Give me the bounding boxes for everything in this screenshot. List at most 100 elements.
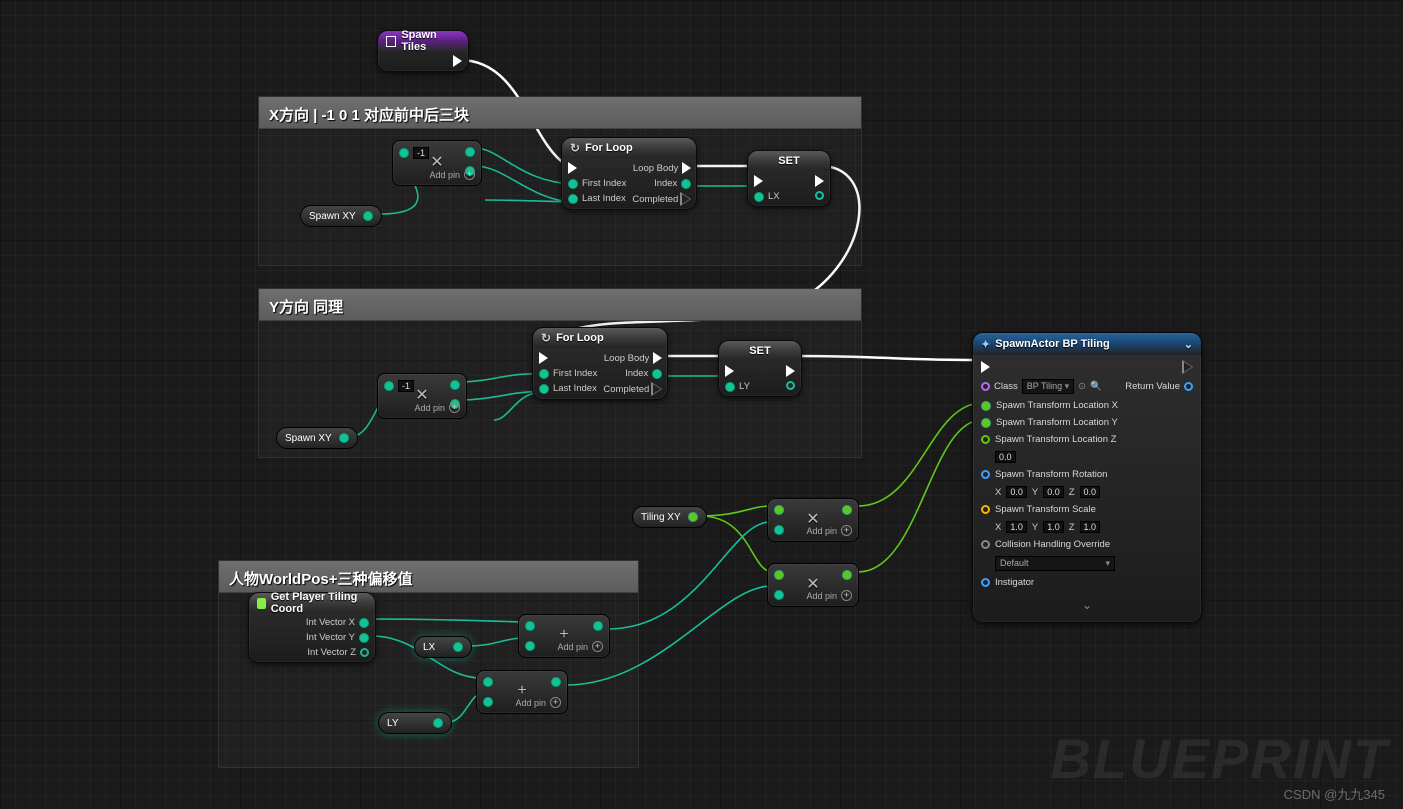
pin-in-a[interactable] <box>525 621 535 631</box>
browse-icon[interactable]: ⊙ <box>1078 381 1086 392</box>
pin-in[interactable] <box>384 381 394 391</box>
expand-icon[interactable]: ⌄ <box>1184 338 1193 351</box>
pin-in-a[interactable] <box>483 677 493 687</box>
val-rz[interactable]: 0.0 <box>1080 486 1101 498</box>
val-sx[interactable]: 1.0 <box>1006 521 1027 533</box>
pin-locz[interactable] <box>981 435 990 444</box>
val-sz[interactable]: 1.0 <box>1080 521 1101 533</box>
node-set-ly[interactable]: SET LY <box>718 340 802 397</box>
pin-out[interactable] <box>593 621 603 631</box>
exec-in[interactable] <box>981 361 990 373</box>
pin-last[interactable] <box>568 194 578 204</box>
val-locz[interactable]: 0.0 <box>995 451 1016 463</box>
find-icon[interactable]: 🔍 <box>1090 381 1102 392</box>
chevron-down-icon[interactable]: ⌄ <box>981 598 1193 612</box>
node-makearray-y[interactable]: -1 ✕ Add pin+ <box>377 373 467 419</box>
pin-coll[interactable] <box>981 540 990 549</box>
node-multiply-1[interactable]: ✕ Add pin+ <box>767 498 859 542</box>
pin-class[interactable] <box>981 382 990 391</box>
node-set-lx[interactable]: SET LX <box>747 150 831 207</box>
pin-out[interactable] <box>688 512 698 522</box>
pin-in-b[interactable] <box>483 697 493 707</box>
addpin-icon[interactable]: + <box>841 525 852 536</box>
pin-first[interactable] <box>539 369 549 379</box>
node-multiply-2[interactable]: ✕ Add pin+ <box>767 563 859 607</box>
exec-out[interactable] <box>786 365 795 377</box>
exec-completed[interactable] <box>682 193 691 205</box>
pin-out[interactable] <box>786 381 795 390</box>
pin-scale[interactable] <box>981 505 990 514</box>
pin-locx[interactable] <box>981 401 991 411</box>
comment-w-title[interactable]: 人物WorldPos+三种偏移值 <box>219 561 638 593</box>
exec-in[interactable] <box>568 162 577 174</box>
var-spawnxy-x[interactable]: Spawn XY <box>300 205 382 227</box>
lbl-ivx: Int Vector X <box>306 617 355 628</box>
addpin-icon[interactable]: + <box>464 169 475 180</box>
pin-out-1[interactable] <box>450 380 460 390</box>
coll-dropdown[interactable]: Default▾ <box>995 556 1115 571</box>
comment-x-title[interactable]: X方向 | -1 0 1 对应前中后三块 <box>259 97 861 129</box>
pin-in-b[interactable] <box>525 641 535 651</box>
addpin-icon[interactable]: + <box>449 402 460 413</box>
pin-out-1[interactable] <box>465 147 475 157</box>
pin-last[interactable] <box>539 384 549 394</box>
pin-retval[interactable] <box>1184 382 1193 391</box>
var-lx[interactable]: LX <box>414 636 472 658</box>
var-tilingxy[interactable]: Tiling XY <box>632 506 707 528</box>
pin-ivz[interactable] <box>360 648 369 657</box>
pin-out[interactable] <box>453 642 463 652</box>
node-spawnactor[interactable]: ✦ SpawnActor BP Tiling ⌄ Class BP Tiling… <box>972 332 1202 623</box>
pin-in-a[interactable] <box>774 505 784 515</box>
val-neg1[interactable]: -1 <box>413 147 429 159</box>
pin-in[interactable] <box>399 148 409 158</box>
var-spawnxy-y[interactable]: Spawn XY <box>276 427 358 449</box>
val-neg1[interactable]: -1 <box>398 380 414 392</box>
pin-lx[interactable] <box>754 192 764 202</box>
exec-body[interactable] <box>653 352 662 364</box>
class-dropdown[interactable]: BP Tiling ▾ <box>1022 379 1074 394</box>
exec-completed[interactable] <box>653 383 662 395</box>
exec-out[interactable] <box>1184 361 1193 373</box>
var-ly[interactable]: LY <box>378 712 452 734</box>
pin-out[interactable] <box>842 505 852 515</box>
pin-out[interactable] <box>815 191 824 200</box>
pin-in-b[interactable] <box>774 525 784 535</box>
addpin-icon[interactable]: + <box>841 590 852 601</box>
exec-body[interactable] <box>682 162 691 174</box>
pin-in-a[interactable] <box>774 570 784 580</box>
pin-in-b[interactable] <box>774 590 784 600</box>
exec-out[interactable] <box>815 175 824 187</box>
node-forloop-x[interactable]: ↻ For Loop First Index Last Index Loop B… <box>561 137 697 210</box>
val-ry[interactable]: 0.0 <box>1043 486 1064 498</box>
pin-locy[interactable] <box>981 418 991 428</box>
pin-out[interactable] <box>363 211 373 221</box>
node-get-player-tiling[interactable]: Get Player Tiling Coord Int Vector X Int… <box>248 592 376 663</box>
pin-index[interactable] <box>681 179 691 189</box>
pin-out[interactable] <box>433 718 443 728</box>
val-rx[interactable]: 0.0 <box>1006 486 1027 498</box>
pin-instigator[interactable] <box>981 578 990 587</box>
pin-out[interactable] <box>842 570 852 580</box>
pin-rot[interactable] <box>981 470 990 479</box>
addpin-icon[interactable]: + <box>592 641 603 652</box>
exec-in[interactable] <box>725 365 734 377</box>
pin-out[interactable] <box>551 677 561 687</box>
pin-ly[interactable] <box>725 382 735 392</box>
pin-ivy[interactable] <box>359 633 369 643</box>
exec-in[interactable] <box>754 175 763 187</box>
exec-in[interactable] <box>539 352 548 364</box>
node-add-1[interactable]: + Add pin+ <box>518 614 610 658</box>
addpin-icon[interactable]: + <box>550 697 561 708</box>
pin-first[interactable] <box>568 179 578 189</box>
node-makearray-x[interactable]: -1 ✕ Add pin+ <box>392 140 482 186</box>
pin-index[interactable] <box>652 369 662 379</box>
exec-out[interactable] <box>453 55 462 67</box>
comment-y-title[interactable]: Y方向 同理 <box>259 289 861 321</box>
node-forloop-y[interactable]: ↻ For Loop First Index Last Index Loop B… <box>532 327 668 400</box>
val-sy[interactable]: 1.0 <box>1043 521 1064 533</box>
pin-ivx[interactable] <box>359 618 369 628</box>
node-add-2[interactable]: + Add pin+ <box>476 670 568 714</box>
pin-out[interactable] <box>339 433 349 443</box>
node-spawn-tiles[interactable]: Spawn Tiles <box>377 30 469 72</box>
addpin-label: Add pin <box>429 170 460 180</box>
